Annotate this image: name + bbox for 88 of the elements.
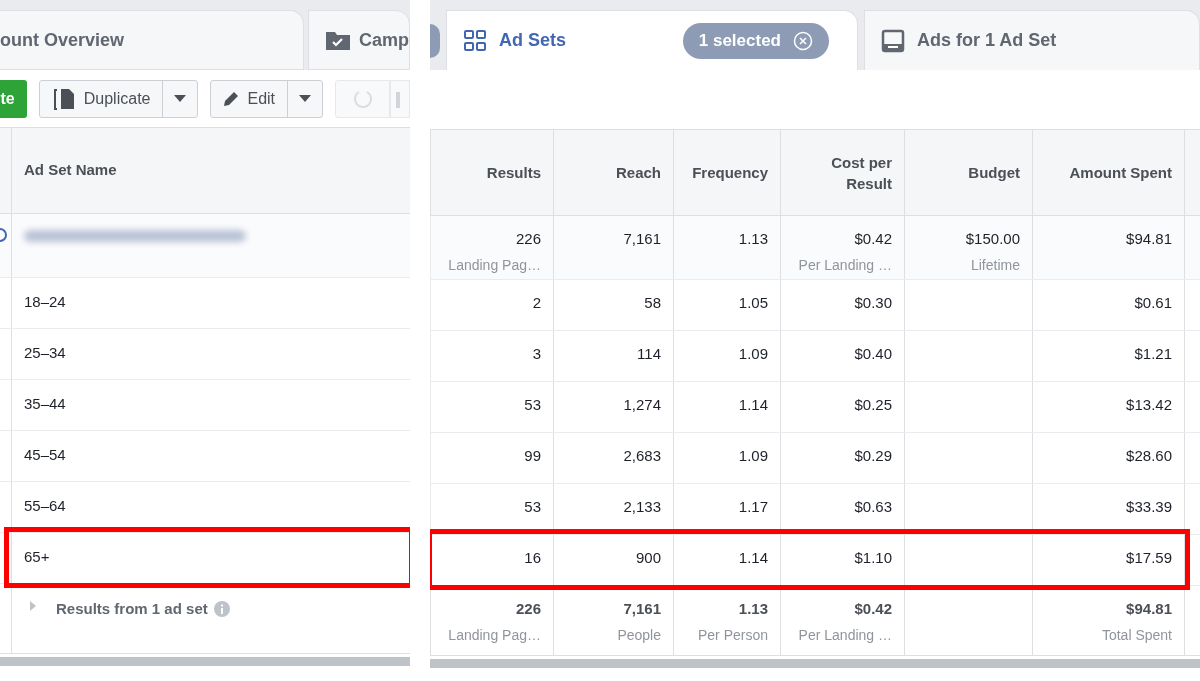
tab[interactable]: Ads for 1 Ad Set <box>864 10 1200 70</box>
cell-subtext: Landing Pag… <box>448 625 541 645</box>
table-cell-text: 99 <box>524 446 541 466</box>
table-cell-text: 2,133 <box>623 497 661 517</box>
table-cell-text: $0.42 <box>854 599 892 619</box>
cell-subtext: Per Landing … <box>798 255 892 275</box>
table-cell-text: $0.30 <box>854 293 892 313</box>
table-cell-text: 1.13 <box>738 599 768 619</box>
table-row[interactable]: 99 2,683 1.09 $0.29 $28.60 <box>430 433 1200 484</box>
table-cell-text: $94.81 <box>1126 229 1172 249</box>
column-header[interactable]: Amount Spent <box>1033 130 1185 215</box>
table-cell-text: $0.61 <box>1134 293 1172 313</box>
table-cell: 35–44 <box>24 395 66 412</box>
table-row[interactable]: 226 Landing Pag… 7,161 1.13 $0.42 Per Landing … $150.00 Lifetime $94.81 <box>430 216 1200 280</box>
cell-subtext: Lifetime <box>970 255 1020 275</box>
table-cell-text: 16 <box>524 548 541 568</box>
close-icon[interactable] <box>793 30 813 51</box>
table-cell-text: $13.42 <box>1126 395 1172 415</box>
column-header[interactable]: Budget <box>905 130 1033 215</box>
caret-icon <box>299 94 312 103</box>
table-cell-text: $1.10 <box>854 548 892 568</box>
table-cell: 25–34 <box>24 344 66 361</box>
pencil-icon <box>223 90 240 107</box>
table-cell-text: 1.13 <box>738 229 768 249</box>
cell-subtext: Total Spent <box>1101 625 1172 645</box>
tab[interactable]: ount Overview <box>0 10 304 70</box>
table-cell-text: 7,161 <box>623 599 661 619</box>
tab[interactable]: Ad Sets 1 selected <box>446 10 858 70</box>
selection-badge: 1 selected <box>682 22 829 59</box>
table-cell-text: 1.17 <box>738 497 768 517</box>
table-cell-text: 1.14 <box>738 548 768 568</box>
table-cell-text: 53 <box>524 395 541 415</box>
cell-subtext: Landing Pag… <box>448 255 541 275</box>
tab-edge <box>430 24 440 58</box>
table-cell: 18–24 <box>24 293 66 310</box>
cell-subtext: People <box>617 625 661 645</box>
table-row[interactable]: 2 58 1.05 $0.30 $0.61 <box>430 280 1200 331</box>
table-row[interactable]: 53 2,133 1.17 $0.63 $33.39 <box>430 484 1200 535</box>
summary-label: Results from 1 ad set <box>56 599 208 619</box>
folder-check-icon <box>325 29 351 51</box>
table-row[interactable]: 3 114 1.09 $0.40 $1.21 <box>430 331 1200 382</box>
grid-icon <box>463 28 487 53</box>
cell-subtext: Per Person <box>697 625 768 645</box>
copy-icon <box>51 87 76 110</box>
tab[interactable]: Camp <box>308 10 410 70</box>
table-cell-text: 1.09 <box>738 344 768 364</box>
caret-icon <box>174 94 187 103</box>
column-header[interactable]: Frequency <box>674 130 781 215</box>
tab-label: Ads for 1 Ad Set <box>917 29 1057 52</box>
table-cell-text: $0.42 <box>854 229 892 249</box>
table-cell-text: 226 <box>515 229 541 249</box>
table-cell-text: 53 <box>524 497 541 517</box>
info-icon <box>213 601 230 618</box>
table-cell-text: $0.25 <box>854 395 892 415</box>
table-cell: 45–54 <box>24 446 66 463</box>
table-cell-text: 226 <box>515 599 541 619</box>
expand-arrow-icon[interactable] <box>30 601 36 611</box>
table-cell-text: $28.60 <box>1126 446 1172 466</box>
table-cell: 55–64 <box>24 497 66 514</box>
scrollbar[interactable] <box>0 657 410 666</box>
table-cell-text: 58 <box>644 293 661 313</box>
table-cell-text: $0.29 <box>854 446 892 466</box>
table-cell-text: 114 <box>637 344 661 364</box>
table-cell-text: $17.59 <box>1126 548 1172 568</box>
table-row[interactable]: 53 1,274 1.14 $0.25 $13.42 <box>430 382 1200 433</box>
table-cell-text: $33.39 <box>1126 497 1172 517</box>
table-cell-text: 3 <box>532 344 541 364</box>
table-cell-text: $0.40 <box>854 344 892 364</box>
table-cell-text: 7,161 <box>623 229 661 249</box>
scrollbar[interactable] <box>430 659 1200 668</box>
column-header[interactable]: Reach <box>554 130 674 215</box>
table-cell-text: $94.81 <box>1126 599 1172 619</box>
column-header[interactable]: Results <box>431 130 554 215</box>
table-cell: 65+ <box>24 548 50 565</box>
table-cell-text: 1.14 <box>738 395 768 415</box>
table-cell-text: 900 <box>635 548 661 568</box>
table-cell-text: 1.05 <box>738 293 768 313</box>
table-cell-text: 1,274 <box>623 395 661 415</box>
table-cell-text: 1.09 <box>738 446 768 466</box>
table-cell-text: 2,683 <box>623 446 661 466</box>
table-cell-text: 2 <box>532 293 541 313</box>
tab-label: Ad Sets <box>499 29 567 52</box>
monitor-icon <box>881 28 905 53</box>
cell-subtext: Per Landing … <box>798 625 892 645</box>
table-cell-text: $150.00 <box>965 229 1020 249</box>
table-cell-text: $0.63 <box>854 497 892 517</box>
table-cell-text: $1.21 <box>1134 344 1172 364</box>
column-header[interactable]: Cost per Result <box>781 130 905 215</box>
